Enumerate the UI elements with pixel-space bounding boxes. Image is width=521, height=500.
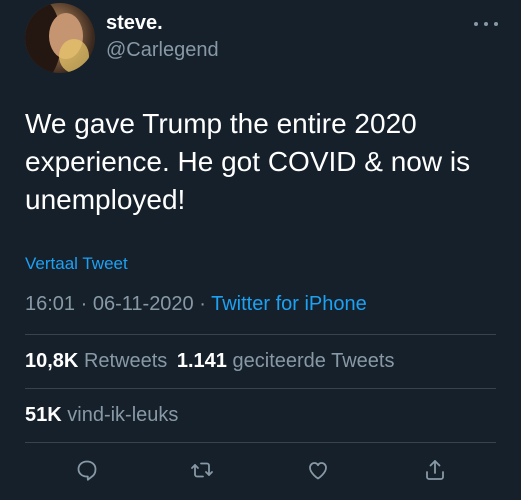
quotes-label[interactable]: geciteerde Tweets: [233, 350, 395, 372]
tweet-meta: 16:01 · 06-11-2020 · Twitter for iPhone: [25, 293, 367, 316]
divider: [25, 388, 496, 389]
meta-separator: ·: [80, 293, 88, 315]
quotes-count[interactable]: 1.141: [177, 350, 227, 372]
action-bar: [0, 455, 521, 485]
retweet-icon[interactable]: [187, 455, 217, 485]
share-icon[interactable]: [420, 455, 450, 485]
like-icon[interactable]: [303, 455, 333, 485]
tweet-date: 06-11-2020: [92, 293, 194, 315]
more-dot: [474, 22, 478, 26]
meta-separator: ·: [199, 293, 206, 315]
retweets-label[interactable]: Retweets: [84, 350, 167, 372]
tweet-source-link[interactable]: Twitter for iPhone: [211, 293, 367, 315]
avatar[interactable]: [25, 3, 95, 73]
divider: [25, 334, 496, 335]
tweet-text: We gave Trump the entire 2020 experience…: [25, 108, 471, 215]
translate-tweet-link[interactable]: Vertaal Tweet: [25, 254, 128, 274]
divider: [25, 442, 496, 443]
retweets-count[interactable]: 10,8K: [25, 350, 78, 372]
retweet-stats: 10,8K Retweets 1.141 geciteerde Tweets: [25, 350, 394, 373]
user-handle[interactable]: @Carlegend: [106, 39, 219, 62]
display-name[interactable]: steve.: [106, 12, 163, 35]
tweet-time: 16:01: [25, 293, 76, 315]
more-options-icon[interactable]: [474, 18, 498, 30]
reply-icon[interactable]: [72, 455, 102, 485]
likes-label[interactable]: vind-ik-leuks: [67, 404, 178, 426]
like-stats: 51K vind-ik-leuks: [25, 404, 178, 427]
more-dot: [484, 22, 488, 26]
likes-count[interactable]: 51K: [25, 404, 62, 426]
more-dot: [494, 22, 498, 26]
avatar-highlight: [59, 39, 89, 73]
